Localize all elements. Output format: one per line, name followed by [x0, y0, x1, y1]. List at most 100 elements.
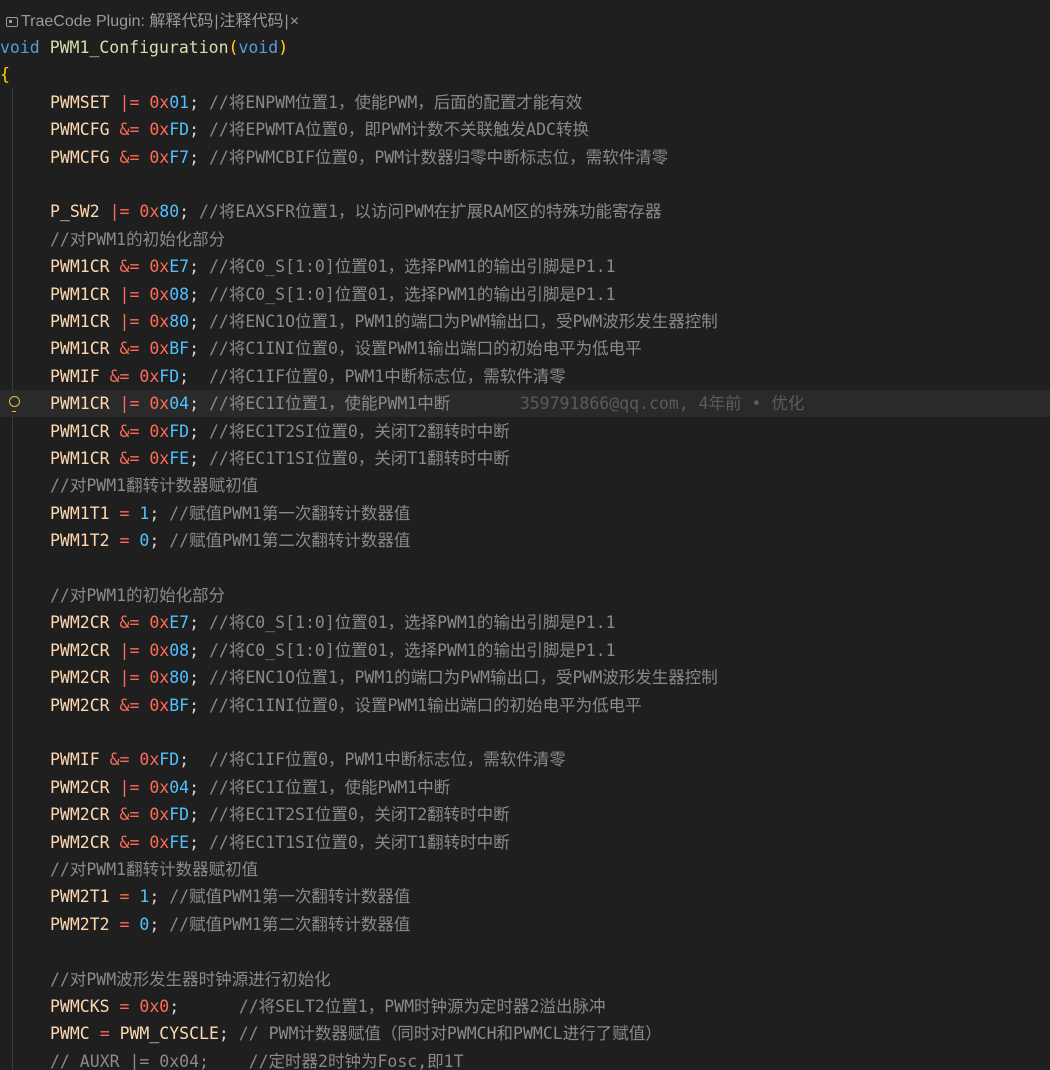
punctuation: ; — [189, 832, 200, 852]
punctuation — [139, 93, 149, 112]
code-line[interactable]: PWM1CR |= 0x08; //将C0_S[1:0]位置01，选择PWM1的… — [0, 281, 1050, 308]
operator: &= — [119, 805, 140, 825]
codelens-close-icon[interactable]: × — [290, 13, 299, 30]
code-line[interactable]: PWM1CR &= 0xBF; //将C1INI位置0，设置PWM1输出端口的初… — [0, 335, 1050, 362]
code-line[interactable]: //对PWM1翻转计数器赋初值 — [0, 856, 1050, 883]
code-line[interactable]: PWMCFG &= 0xFD; //将EPWMTA位置0，即PWM计数不关联触发… — [0, 116, 1050, 143]
hex-digits: FE — [169, 832, 190, 852]
hex-digits: 01 — [169, 92, 190, 112]
code-line[interactable]: void PWM1_Configuration(void) — [0, 34, 1050, 61]
codelens-explain-action[interactable]: TraeCode Plugin: 解释代码 — [21, 13, 213, 30]
punctuation — [110, 887, 120, 906]
operator: &= — [119, 257, 140, 277]
comment: //对PWM波形发生器时钟源进行初始化 — [50, 969, 331, 989]
codelens-annotate-action[interactable]: 注释代码 — [220, 13, 284, 30]
operator: &= — [119, 120, 140, 140]
code-line[interactable]: PWMSET |= 0x01; //将ENPWM位置1，使能PWM，后面的配置才… — [0, 89, 1050, 116]
punctuation — [139, 339, 149, 358]
code-line[interactable] — [0, 555, 1050, 582]
code-line[interactable]: PWMIF &= 0xFD; //将C1IF位置0，PWM1中断标志位，需软件清… — [0, 746, 1050, 773]
punctuation — [139, 394, 149, 413]
punctuation: ; — [189, 394, 200, 414]
hex-prefix: 0x — [149, 805, 170, 825]
code-line[interactable]: PWMCKS = 0x0; //将SELT2位置1，PWM时钟源为定时器2溢出脉… — [0, 993, 1050, 1020]
code-line[interactable]: PWM2T1 = 1; //赋值PWM1第一次翻转计数器值 — [0, 883, 1050, 910]
punctuation: ; — [149, 531, 160, 551]
code-line[interactable]: PWMCFG &= 0xF7; //将PWMCBIF位置0，PWM计数器归零中断… — [0, 144, 1050, 171]
code-line[interactable]: PWM1T2 = 0; //赋值PWM1第二次翻转计数器值 — [0, 527, 1050, 554]
code-line[interactable]: PWM1CR |= 0x80; //将ENC1O位置1，PWM1的端口为PWM输… — [0, 308, 1050, 335]
punctuation: ; — [149, 887, 160, 907]
hex-prefix: 0x — [139, 750, 160, 770]
code-line[interactable]: //对PWM1的初始化部分 — [0, 582, 1050, 609]
operator: |= — [119, 777, 140, 797]
code-line[interactable]: P_SW2 |= 0x80; //将EAXSFR位置1，以访问PWM在扩展RAM… — [0, 198, 1050, 225]
code-line[interactable]: { — [0, 61, 1050, 88]
code-line[interactable] — [0, 938, 1050, 965]
code-line[interactable]: PWM1CR &= 0xFD; //将EC1T2SI位置0，关闭T2翻转时中断 — [0, 418, 1050, 445]
comment: //将C0_S[1:0]位置01，选择PWM1的输出引脚是P1.1 — [199, 257, 616, 277]
code-line[interactable]: PWM2CR &= 0xFD; //将EC1T2SI位置0，关闭T2翻转时中断 — [0, 801, 1050, 828]
identifier: PWM2CR — [50, 668, 110, 688]
hex-digits: E7 — [169, 613, 190, 633]
hex-digits: FD — [169, 421, 190, 441]
code-line[interactable]: //对PWM波形发生器时钟源进行初始化 — [0, 966, 1050, 993]
code-line[interactable]: PWM2CR &= 0xE7; //将C0_S[1:0]位置01，选择PWM1的… — [0, 609, 1050, 636]
identifier: PWM1CR — [50, 339, 110, 359]
code-line[interactable]: PWM1T1 = 1; //赋值PWM1第一次翻转计数器值 — [0, 500, 1050, 527]
code-line[interactable]: PWM2CR |= 0x04; //将EC1I位置1，使能PWM1中断 — [0, 774, 1050, 801]
identifier: PWMIF — [50, 750, 100, 770]
code-line[interactable]: PWM2CR &= 0xBF; //将C1INI位置0，设置PWM1输出端口的初… — [0, 692, 1050, 719]
punctuation: ; — [189, 312, 200, 331]
hex-prefix: 0x — [149, 668, 170, 688]
lightbulb-icon[interactable] — [9, 396, 20, 413]
hex-prefix: 0x — [149, 640, 170, 660]
code-line[interactable]: // AUXR |= 0x04; //定时器2时钟为Fosc,即1T — [0, 1048, 1050, 1070]
punctuation — [110, 148, 120, 167]
punctuation — [110, 504, 120, 523]
identifier: PWM2T1 — [50, 887, 110, 907]
code-line[interactable]: PWM2CR |= 0x08; //将C0_S[1:0]位置01，选择PWM1的… — [0, 637, 1050, 664]
code-line[interactable]: PWM2CR &= 0xFE; //将EC1T1SI位置0，关闭T1翻转时中断 — [0, 829, 1050, 856]
punctuation — [139, 805, 149, 824]
hex-prefix: 0x — [149, 120, 170, 140]
code-line[interactable]: //对PWM1的初始化部分 — [0, 226, 1050, 253]
comment: //将EAXSFR位置1，以访问PWM在扩展RAM区的特殊功能寄存器 — [189, 202, 662, 222]
punctuation — [100, 202, 110, 221]
hex-digits: FD — [159, 366, 180, 386]
punctuation: ; — [189, 805, 200, 825]
hex-prefix: 0x — [149, 613, 170, 633]
identifier: PWM1CR — [50, 257, 110, 277]
hex-prefix: 0x0 — [139, 997, 170, 1016]
punctuation: ; — [189, 449, 200, 468]
identifier: PWM1CR — [50, 449, 110, 468]
code-line[interactable]: //对PWM1翻转计数器赋初值 — [0, 472, 1050, 499]
git-blame-annotation: 359791866@qq.com, 4年前 • 优化 — [519, 394, 805, 414]
code-line[interactable]: PWM1CR &= 0xE7; //将C0_S[1:0]位置01，选择PWM1的… — [0, 253, 1050, 280]
identifier: PWM1CR — [50, 421, 110, 441]
code-line[interactable]: PWMIF &= 0xFD; //将C1IF位置0，PWM1中断标志位，需软件清… — [0, 363, 1050, 390]
code-line[interactable]: PWM1CR |= 0x04; //将EC1I位置1，使能PWM1中断 3597… — [0, 390, 1050, 418]
code-line[interactable]: PWM1CR &= 0xFE; //将EC1T1SI位置0，关闭T1翻转时中断 — [0, 445, 1050, 472]
code-line[interactable]: PWM2T2 = 0; //赋值PWM1第二次翻转计数器值 — [0, 911, 1050, 938]
operator: |= — [109, 202, 130, 222]
number-literal: 0 — [139, 531, 150, 551]
comment: //赋值PWM1第二次翻转计数器值 — [159, 914, 411, 934]
code-editor[interactable]: TraeCode Plugin: 解释代码|注释代码|× void PWM1_C… — [0, 0, 1050, 1070]
comment: //将C0_S[1:0]位置01，选择PWM1的输出引脚是P1.1 — [199, 613, 616, 633]
bracket: { — [0, 65, 10, 85]
comment: //将C1INI位置0，设置PWM1输出端口的初始电平为低电平 — [199, 695, 642, 715]
punctuation — [110, 422, 120, 441]
identifier: PWM1CR — [50, 394, 110, 414]
code-line[interactable]: PWM2CR |= 0x80; //将ENC1O位置1，PWM1的端口为PWM输… — [0, 664, 1050, 691]
punctuation: ; — [149, 503, 160, 523]
punctuation: ; — [179, 750, 190, 770]
operator: &= — [119, 832, 140, 852]
hex-prefix: 0x — [139, 202, 160, 222]
code-line[interactable] — [0, 171, 1050, 198]
code-line[interactable]: PWMC = PWM_CYSCLE; // PWM计数器赋值（同时对PWMCH和… — [0, 1020, 1050, 1047]
code-line[interactable] — [0, 719, 1050, 746]
punctuation — [450, 394, 520, 413]
punctuation — [110, 120, 120, 139]
punctuation — [100, 750, 110, 769]
